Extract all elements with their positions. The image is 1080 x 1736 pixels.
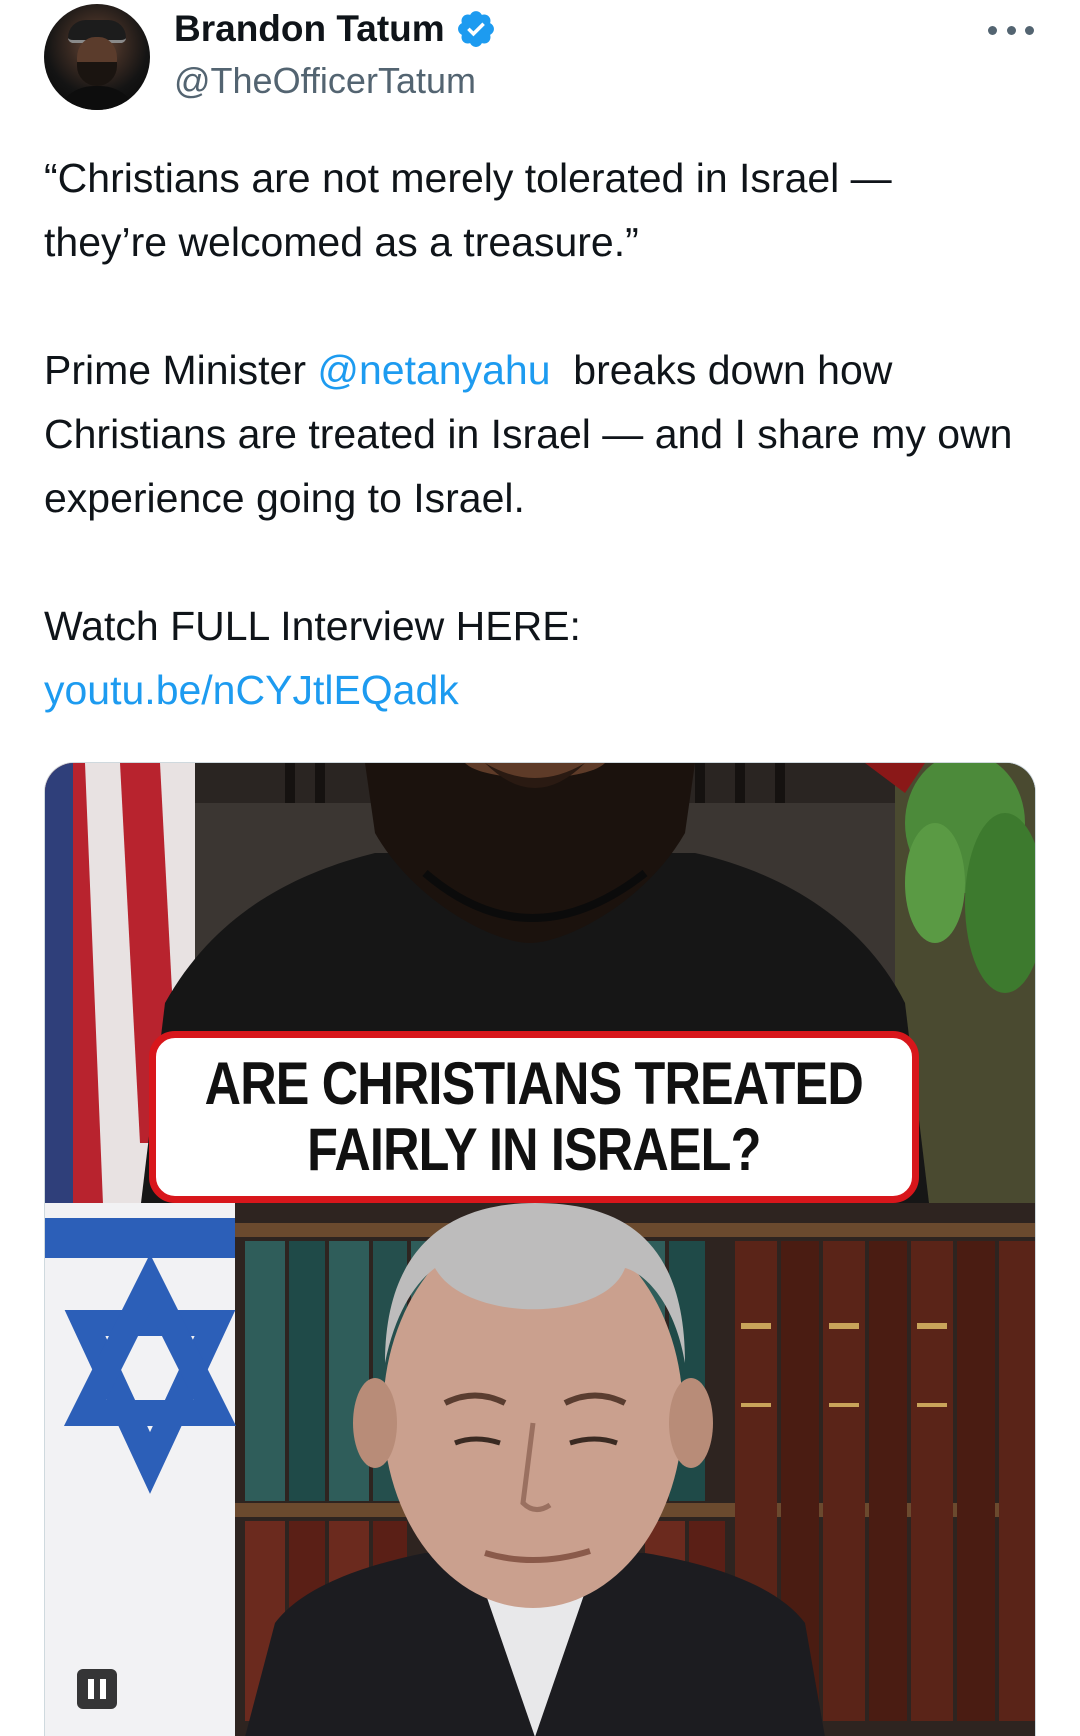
author-handle[interactable]: @TheOfficerTatum — [174, 60, 476, 102]
author-display-name[interactable]: Brandon Tatum — [174, 8, 445, 50]
avatar-beard — [77, 62, 117, 86]
avatar-shirt — [54, 86, 140, 110]
paragraph-2: Prime Minister @netanyahu breaks down ho… — [44, 338, 1034, 530]
author-name-row: Brandon Tatum — [174, 8, 497, 50]
youtube-link[interactable]: youtu.be/nCYJtlEQadk — [44, 667, 459, 713]
quote-line-2: they’re welcomed as a treasure.” — [44, 219, 639, 265]
caption-line-2: FAIRLY IN ISRAEL? — [307, 1116, 761, 1183]
caption-line-1: ARE CHRISTIANS TREATED — [204, 1050, 864, 1117]
video-caption-box: ARE CHRISTIANS TREATED FAIRLY IN ISRAEL? — [149, 1031, 919, 1203]
tweet-text: “Christians are not merely tolerated in … — [44, 146, 1034, 722]
watch-text: Watch FULL Interview HERE: — [44, 603, 581, 649]
mention-link[interactable]: @netanyahu — [317, 347, 550, 393]
para2-prefix: Prime Minister — [44, 347, 318, 393]
quote-line-1: “Christians are not merely tolerated in … — [44, 155, 892, 201]
tweet: Brandon Tatum @TheOfficerTatum “Christia… — [0, 0, 1080, 1736]
verified-badge-icon — [455, 8, 497, 50]
more-horizontal-icon[interactable] — [988, 16, 1034, 44]
pause-icon[interactable] — [77, 1669, 117, 1709]
video-player[interactable]: ARE CHRISTIANS TREATED FAIRLY IN ISRAEL? — [44, 762, 1036, 1736]
avatar[interactable] — [44, 4, 150, 110]
video-frame — [45, 763, 1035, 1736]
